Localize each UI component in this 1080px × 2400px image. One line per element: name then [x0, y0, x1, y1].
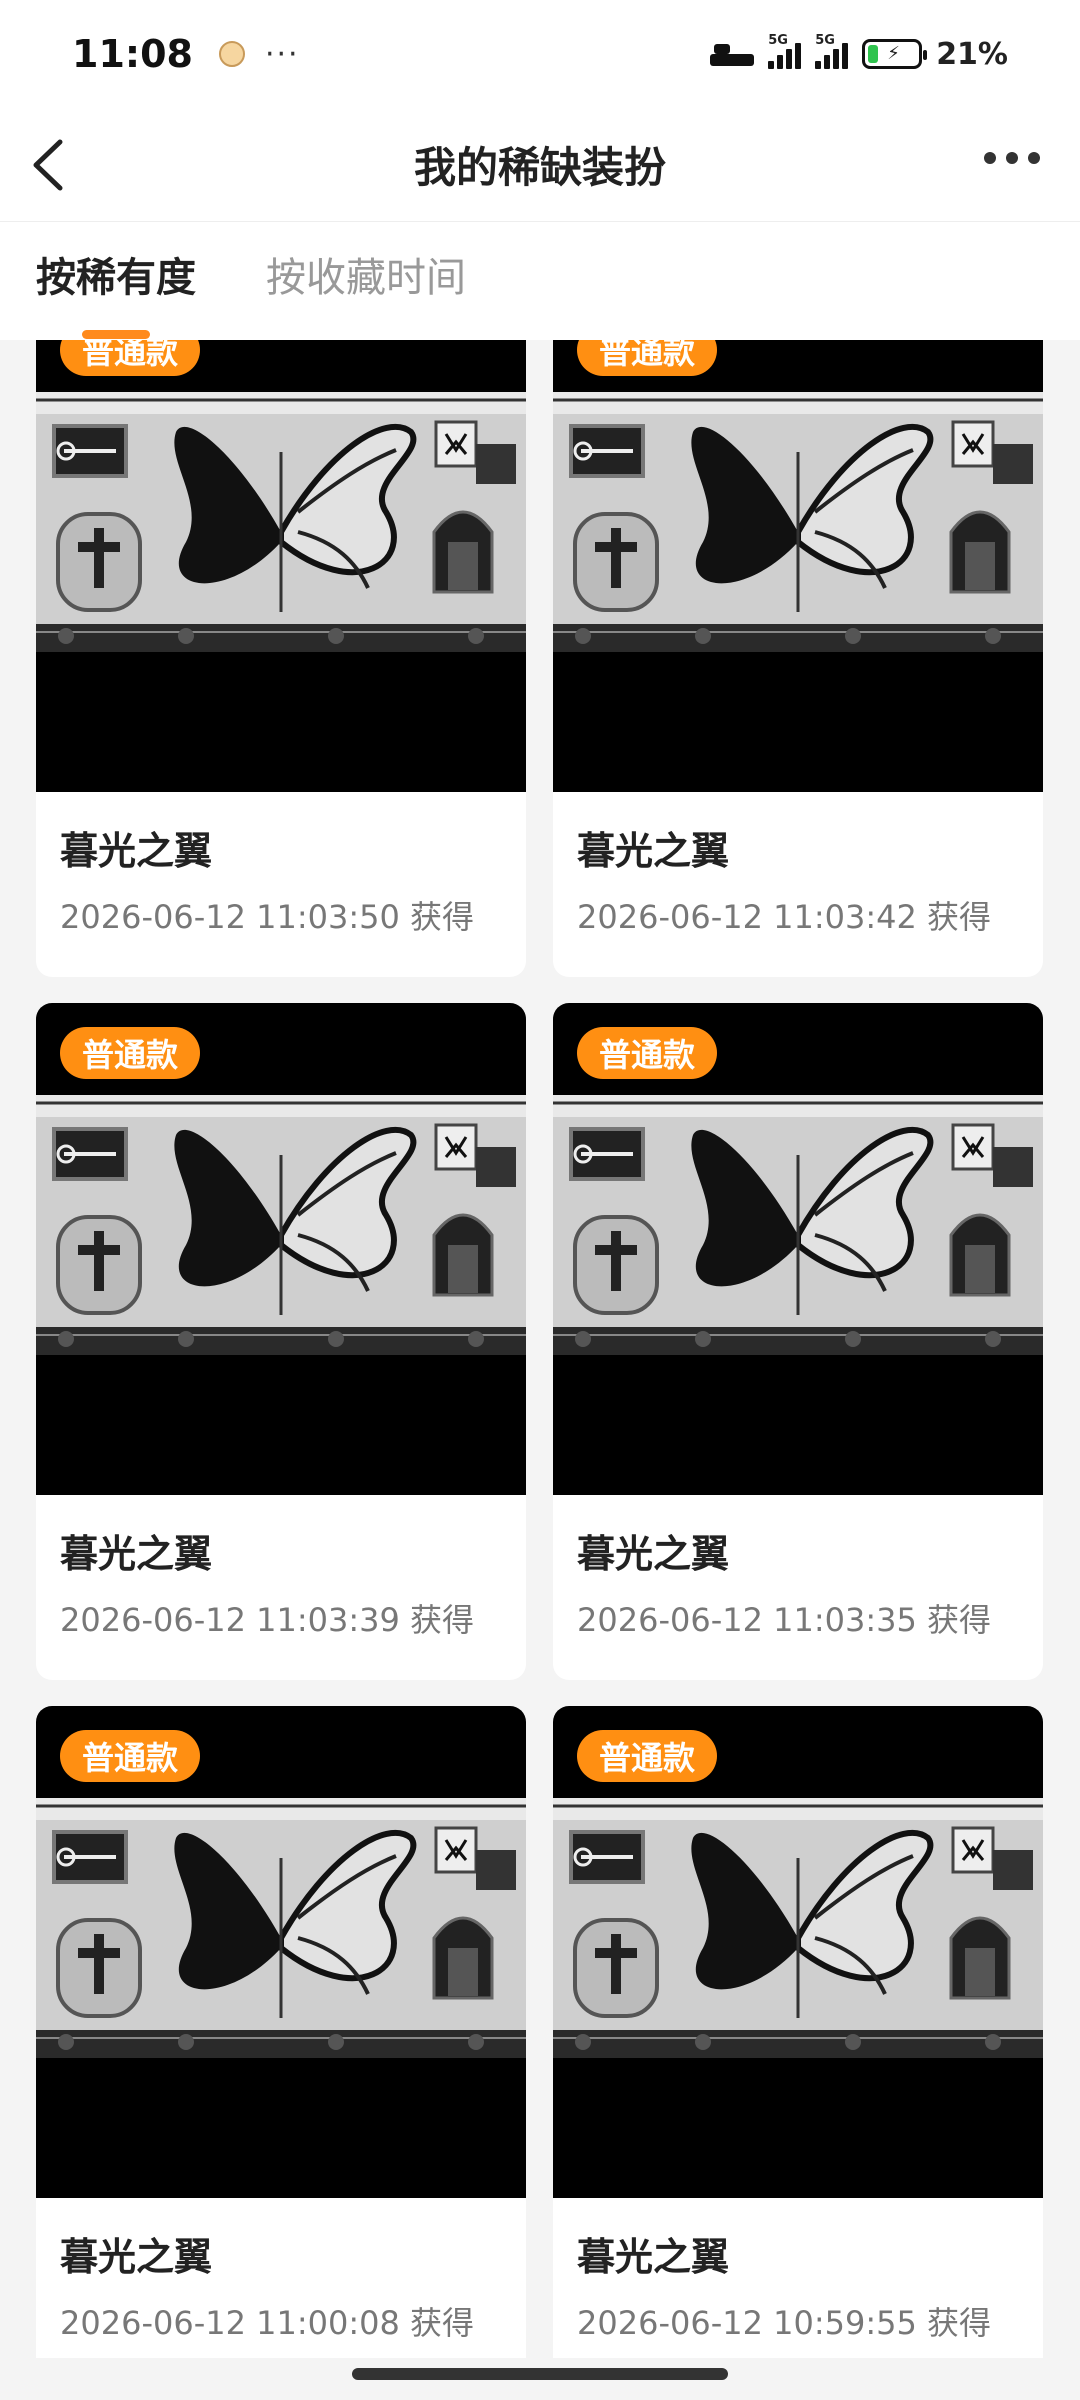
- status-left-icons: ···: [218, 36, 300, 72]
- notification-avatar-icon: [218, 41, 245, 67]
- battery-fill: [868, 45, 879, 63]
- item-title: 暮光之翼: [60, 829, 213, 873]
- item-card[interactable]: 普通款: [553, 340, 1043, 977]
- butterfly-wing-artwork: [36, 1798, 526, 2058]
- tab-by-rarity[interactable]: 按稀有度: [36, 245, 196, 317]
- item-thumbnail: 普通款: [553, 1706, 1043, 2198]
- item-thumbnail: 普通款: [553, 1003, 1043, 1495]
- sort-tabs: 按稀有度 按收藏时间: [0, 222, 1080, 340]
- charging-bolt-icon: ⚡: [887, 43, 900, 64]
- rarity-badge: 普通款: [577, 340, 718, 376]
- status-bar: 11:08 ··· 5G 5G ⚡ 21%: [0, 0, 1080, 108]
- more-dot-icon: [1006, 152, 1018, 164]
- status-right-icons: 5G 5G ⚡ 21%: [710, 33, 1008, 72]
- rarity-badge: 普通款: [60, 1027, 201, 1079]
- item-title: 暮光之翼: [577, 829, 730, 873]
- battery-percent: 21%: [936, 36, 1008, 72]
- item-acquired-time: 2026-06-12 11:03:42 获得: [577, 898, 992, 936]
- home-indicator[interactable]: [352, 2368, 728, 2380]
- item-card[interactable]: 普通款: [36, 1706, 526, 2358]
- butterfly-wing-artwork: [553, 392, 1043, 652]
- item-card[interactable]: 普通款: [36, 1003, 526, 1680]
- page-title: 我的稀缺装扮: [413, 143, 666, 192]
- butterfly-wing-artwork: [36, 392, 526, 652]
- rarity-badge: 普通款: [577, 1027, 718, 1079]
- tab-by-collect-time[interactable]: 按收藏时间: [266, 245, 466, 317]
- sleep-mode-icon: [710, 42, 755, 66]
- back-button[interactable]: [30, 138, 80, 192]
- nav-bar: 我的稀缺装扮: [0, 108, 1080, 222]
- butterfly-wing-artwork: [553, 1798, 1043, 2058]
- rarity-badge: 普通款: [577, 1730, 718, 1782]
- items-grid-scroll[interactable]: 普通款 暮光之翼 2026-06-12 11:03:50 获得 普通款 暮光之翼…: [0, 340, 1080, 2358]
- signal-icon-1: 5G: [768, 33, 802, 69]
- more-options-button[interactable]: [984, 152, 1040, 164]
- item-title: 暮光之翼: [60, 1532, 213, 1576]
- item-acquired-time: 2026-06-12 11:03:35 获得: [577, 1601, 992, 1639]
- more-notifications-icon: ···: [264, 36, 300, 72]
- item-acquired-time: 2026-06-12 11:03:39 获得: [60, 1601, 475, 1639]
- item-acquired-time: 2026-06-12 11:03:50 获得: [60, 898, 475, 936]
- butterfly-wing-artwork: [36, 1095, 526, 1355]
- more-dot-icon: [1028, 152, 1040, 164]
- butterfly-wing-artwork: [553, 1095, 1043, 1355]
- item-acquired-time: 2026-06-12 10:59:55 获得: [577, 2304, 992, 2342]
- item-card[interactable]: 普通款: [553, 1706, 1043, 2358]
- item-acquired-time: 2026-06-12 11:00:08 获得: [60, 2304, 475, 2342]
- signal-icon-2: 5G: [815, 33, 849, 69]
- item-title: 暮光之翼: [577, 1532, 730, 1576]
- network-type-label: 5G: [815, 33, 835, 48]
- more-dot-icon: [984, 152, 996, 164]
- status-time: 11:08: [72, 32, 193, 76]
- item-thumbnail: 普通款: [553, 340, 1043, 792]
- battery-icon: ⚡: [862, 39, 928, 69]
- items-grid: 普通款 暮光之翼 2026-06-12 11:03:50 获得 普通款 暮光之翼…: [36, 340, 1044, 2358]
- item-title: 暮光之翼: [577, 2235, 730, 2279]
- item-thumbnail: 普通款: [36, 1003, 526, 1495]
- chevron-left-icon: [33, 139, 63, 191]
- rarity-badge: 普通款: [60, 1730, 201, 1782]
- rarity-badge: 普通款: [60, 340, 201, 376]
- item-title: 暮光之翼: [60, 2235, 213, 2279]
- network-type-label: 5G: [768, 33, 788, 48]
- item-thumbnail: 普通款: [36, 1706, 526, 2198]
- item-card[interactable]: 普通款: [36, 340, 526, 977]
- item-thumbnail: 普通款: [36, 340, 526, 792]
- item-card[interactable]: 普通款: [553, 1003, 1043, 1680]
